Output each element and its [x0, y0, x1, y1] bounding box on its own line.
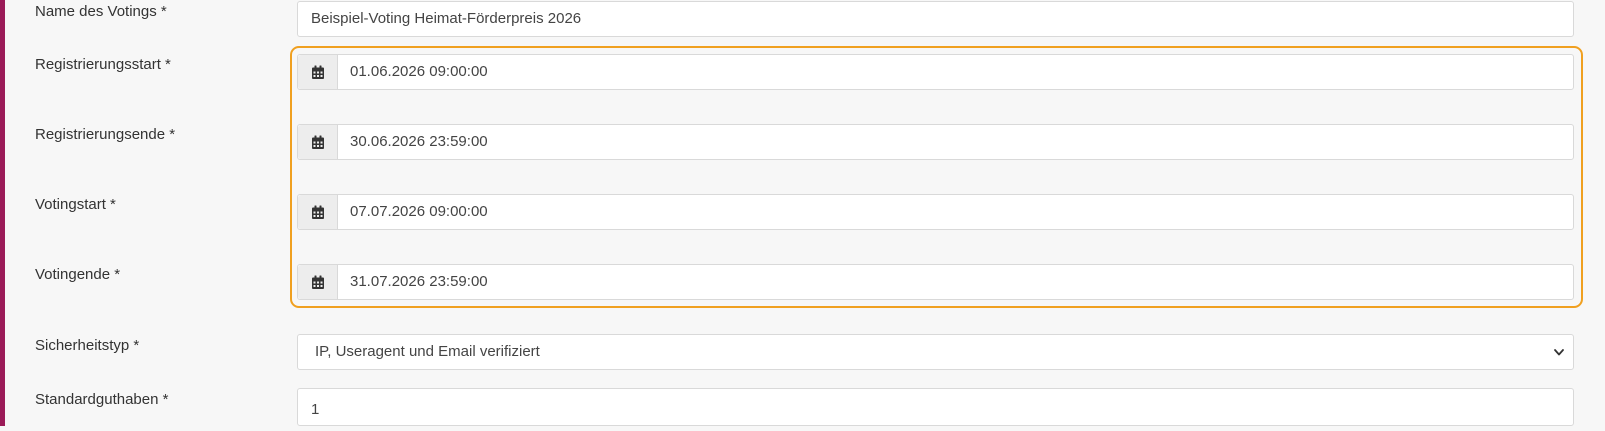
registration-end-label: Registrierungsende * — [35, 126, 176, 143]
security-type-label: Sicherheitstyp * — [35, 337, 140, 354]
voting-end-value: 31.07.2026 23:59:00 — [350, 273, 488, 290]
registration-start-value: 01.06.2026 09:00:00 — [350, 63, 488, 80]
registration-end-value: 30.06.2026 23:59:00 — [350, 133, 488, 150]
default-credit-value: 1 — [311, 401, 320, 418]
voting-name-label: Name des Votings * — [35, 3, 167, 20]
voting-start-label: Votingstart * — [35, 196, 116, 213]
default-credit-label: Standardguthaben * — [35, 391, 169, 408]
calendar-icon[interactable] — [298, 125, 338, 159]
calendar-icon[interactable] — [298, 195, 338, 229]
calendar-icon[interactable] — [298, 265, 338, 299]
voting-name-value: Beispiel-Voting Heimat-Förderpreis 2026 — [311, 10, 582, 27]
voting-end-input[interactable]: 31.07.2026 23:59:00 — [297, 264, 1574, 300]
default-credit-input[interactable]: 1 — [297, 388, 1574, 426]
security-type-value: IP, Useragent und Email verifiziert — [315, 343, 540, 360]
registration-end-input[interactable]: 30.06.2026 23:59:00 — [297, 124, 1574, 160]
voting-start-input[interactable]: 07.07.2026 09:00:00 — [297, 194, 1574, 230]
voting-start-value: 07.07.2026 09:00:00 — [350, 203, 488, 220]
registration-start-input[interactable]: 01.06.2026 09:00:00 — [297, 54, 1574, 90]
chevron-down-icon — [1553, 335, 1565, 369]
calendar-icon[interactable] — [298, 55, 338, 89]
registration-start-label: Registrierungsstart * — [35, 56, 171, 73]
voting-name-input[interactable]: Beispiel-Voting Heimat-Förderpreis 2026 — [297, 1, 1574, 37]
accent-sidebar-bar — [0, 0, 5, 426]
voting-end-label: Votingende * — [35, 266, 121, 283]
security-type-select[interactable]: IP, Useragent und Email verifiziert — [297, 334, 1574, 370]
